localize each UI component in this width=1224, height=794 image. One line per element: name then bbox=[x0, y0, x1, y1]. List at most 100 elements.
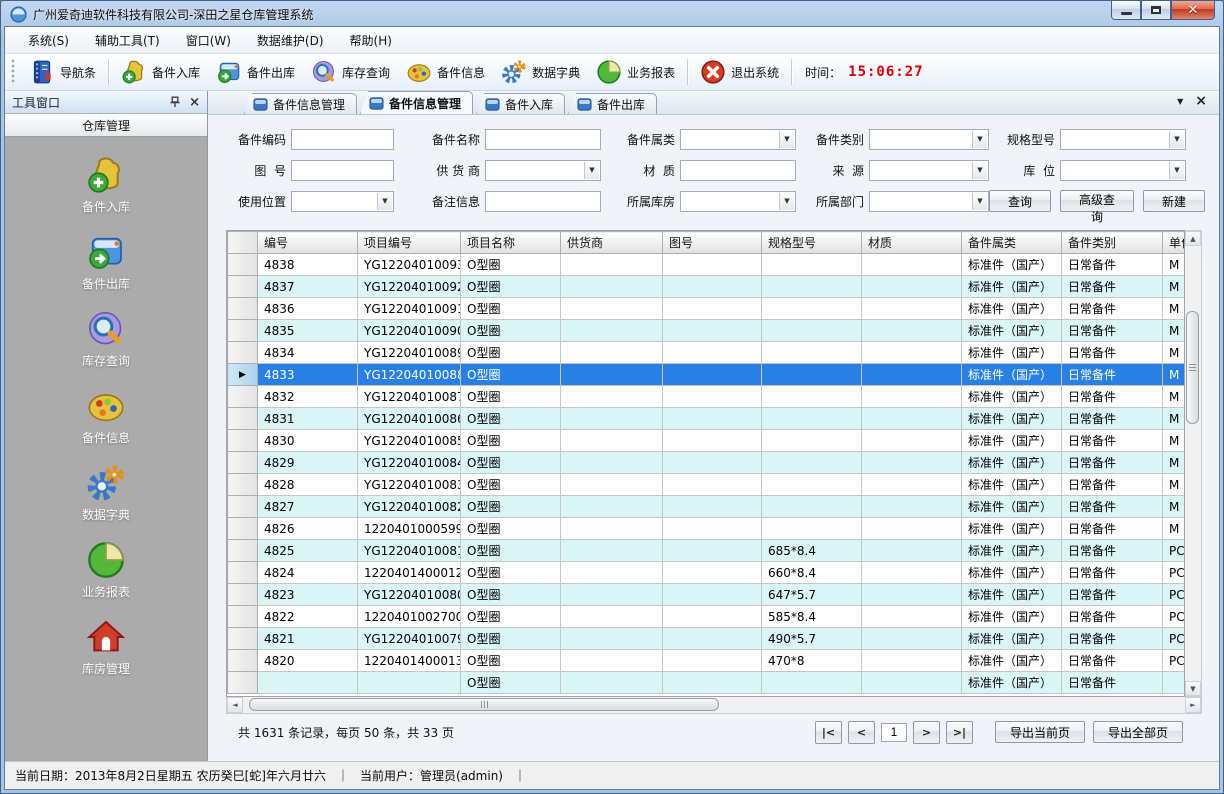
table-cell[interactable]: 日常备件 bbox=[1062, 628, 1163, 650]
table-cell[interactable]: O型圈 bbox=[461, 320, 561, 342]
table-cell[interactable]: PC bbox=[1163, 650, 1185, 672]
table-cell[interactable]: 660*8.4 bbox=[762, 562, 862, 584]
table-cell[interactable]: O型圈 bbox=[461, 672, 561, 694]
table-cell[interactable] bbox=[762, 408, 862, 430]
chevron-down-icon[interactable]: ▼ bbox=[779, 193, 794, 210]
table-row[interactable]: 48241220401400012O型圈660*8.4标准件（国产）日常备件PC bbox=[228, 562, 1185, 584]
table-cell[interactable] bbox=[561, 672, 663, 694]
table-cell[interactable]: 4830 bbox=[258, 430, 358, 452]
scroll-left-icon[interactable]: ◄ bbox=[227, 697, 243, 713]
row-selector-cell[interactable] bbox=[228, 650, 258, 672]
text-input[interactable] bbox=[292, 161, 393, 180]
table-cell[interactable] bbox=[663, 364, 762, 386]
last-page-button[interactable]: >| bbox=[946, 721, 973, 744]
table-row[interactable]: 48261220401000599O型圈标准件（国产）日常备件M bbox=[228, 518, 1185, 540]
first-page-button[interactable]: |< bbox=[815, 721, 842, 744]
row-selector-cell[interactable] bbox=[228, 496, 258, 518]
table-cell[interactable] bbox=[862, 430, 962, 452]
sidebar-item[interactable]: 数据字典 bbox=[41, 455, 171, 532]
table-cell[interactable] bbox=[561, 628, 663, 650]
table-cell[interactable]: 日常备件 bbox=[1062, 320, 1163, 342]
table-cell[interactable] bbox=[358, 672, 461, 694]
menu-item[interactable]: 辅助工具(T) bbox=[82, 27, 173, 54]
scroll-up-icon[interactable]: ▲ bbox=[1185, 231, 1201, 246]
sidebar-item[interactable]: 库房管理 bbox=[41, 609, 171, 686]
table-row[interactable]: 4836YG12204010091O型圈标准件（国产）日常备件M bbox=[228, 298, 1185, 320]
table-cell[interactable] bbox=[663, 298, 762, 320]
table-cell[interactable]: 标准件（国产） bbox=[962, 386, 1062, 408]
table-cell[interactable]: YG12204010083 bbox=[358, 474, 461, 496]
table-cell[interactable] bbox=[561, 254, 663, 276]
next-page-button[interactable]: > bbox=[913, 721, 940, 744]
table-cell[interactable]: 4836 bbox=[258, 298, 358, 320]
table-cell[interactable]: 470*8 bbox=[762, 650, 862, 672]
toolbar-button[interactable]: 库存查询 bbox=[303, 56, 398, 88]
table-cell[interactable] bbox=[561, 298, 663, 320]
table-cell[interactable] bbox=[663, 584, 762, 606]
table-cell[interactable]: O型圈 bbox=[461, 298, 561, 320]
table-cell[interactable]: YG12204010090 bbox=[358, 320, 461, 342]
table-cell[interactable] bbox=[762, 276, 862, 298]
minimize-button[interactable] bbox=[1111, 1, 1141, 20]
table-cell[interactable] bbox=[762, 430, 862, 452]
row-selector-cell[interactable] bbox=[228, 386, 258, 408]
table-row[interactable]: 4827YG12204010082O型圈标准件（国产）日常备件M bbox=[228, 496, 1185, 518]
table-cell[interactable]: 4835 bbox=[258, 320, 358, 342]
table-cell[interactable]: PC bbox=[1163, 584, 1185, 606]
row-selector-cell[interactable] bbox=[228, 474, 258, 496]
table-cell[interactable] bbox=[862, 672, 962, 694]
table-cell[interactable] bbox=[762, 386, 862, 408]
table-cell[interactable]: O型圈 bbox=[461, 452, 561, 474]
table-cell[interactable]: 标准件（国产） bbox=[962, 276, 1062, 298]
column-header[interactable]: 备件属类 bbox=[962, 232, 1062, 254]
table-cell[interactable] bbox=[561, 562, 663, 584]
table-row[interactable]: 4838YG12204010093O型圈标准件（国产）日常备件M bbox=[228, 254, 1185, 276]
close-button[interactable]: ✕ bbox=[1171, 1, 1215, 20]
chevron-down-icon[interactable]: ▼ bbox=[1177, 97, 1183, 106]
table-cell[interactable]: 标准件（国产） bbox=[962, 496, 1062, 518]
table-cell[interactable]: M bbox=[1163, 452, 1185, 474]
table-cell[interactable] bbox=[762, 342, 862, 364]
toolbar-button[interactable]: 备件信息 bbox=[398, 56, 493, 88]
table-row[interactable]: 4831YG12204010086O型圈标准件（国产）日常备件M bbox=[228, 408, 1185, 430]
row-selector-cell[interactable]: ▶ bbox=[228, 364, 258, 386]
table-cell[interactable] bbox=[762, 452, 862, 474]
table-cell[interactable]: 标准件（国产） bbox=[962, 474, 1062, 496]
table-cell[interactable]: 标准件（国产） bbox=[962, 364, 1062, 386]
table-cell[interactable]: 标准件（国产） bbox=[962, 562, 1062, 584]
table-cell[interactable] bbox=[561, 408, 663, 430]
table-row[interactable]: 4835YG12204010090O型圈标准件（国产）日常备件M bbox=[228, 320, 1185, 342]
pin-icon[interactable] bbox=[169, 96, 181, 108]
table-cell[interactable]: 4837 bbox=[258, 276, 358, 298]
table-cell[interactable]: 日常备件 bbox=[1062, 496, 1163, 518]
chevron-down-icon[interactable]: ▼ bbox=[1169, 131, 1184, 148]
toolbar-button[interactable]: 退出系统 bbox=[692, 56, 787, 88]
page-number-input[interactable] bbox=[881, 723, 907, 742]
table-cell[interactable]: O型圈 bbox=[461, 628, 561, 650]
table-cell[interactable]: 4831 bbox=[258, 408, 358, 430]
table-cell[interactable]: O型圈 bbox=[461, 562, 561, 584]
table-cell[interactable] bbox=[862, 298, 962, 320]
horizontal-scroll-thumb[interactable] bbox=[249, 698, 719, 711]
table-cell[interactable]: O型圈 bbox=[461, 342, 561, 364]
table-cell[interactable] bbox=[663, 650, 762, 672]
table-cell[interactable]: 4838 bbox=[258, 254, 358, 276]
table-cell[interactable] bbox=[561, 364, 663, 386]
table-cell[interactable]: 标准件（国产） bbox=[962, 298, 1062, 320]
table-cell[interactable] bbox=[663, 496, 762, 518]
sidebar-item[interactable]: 备件出库 bbox=[41, 224, 171, 301]
table-cell[interactable]: 4822 bbox=[258, 606, 358, 628]
table-cell[interactable] bbox=[862, 386, 962, 408]
table-cell[interactable] bbox=[862, 606, 962, 628]
table-cell[interactable]: YG12204010087 bbox=[358, 386, 461, 408]
table-cell[interactable]: 标准件（国产） bbox=[962, 606, 1062, 628]
table-cell[interactable]: M bbox=[1163, 518, 1185, 540]
table-cell[interactable] bbox=[862, 320, 962, 342]
table-row[interactable]: 4825YG12204010081O型圈685*8.4标准件（国产）日常备件PC bbox=[228, 540, 1185, 562]
table-cell[interactable] bbox=[561, 386, 663, 408]
row-selector-cell[interactable] bbox=[228, 562, 258, 584]
table-cell[interactable]: 4825 bbox=[258, 540, 358, 562]
menu-item[interactable]: 帮助(H) bbox=[337, 27, 405, 54]
export-current-page-button[interactable]: 导出当前页 bbox=[995, 721, 1085, 743]
row-selector-cell[interactable] bbox=[228, 584, 258, 606]
